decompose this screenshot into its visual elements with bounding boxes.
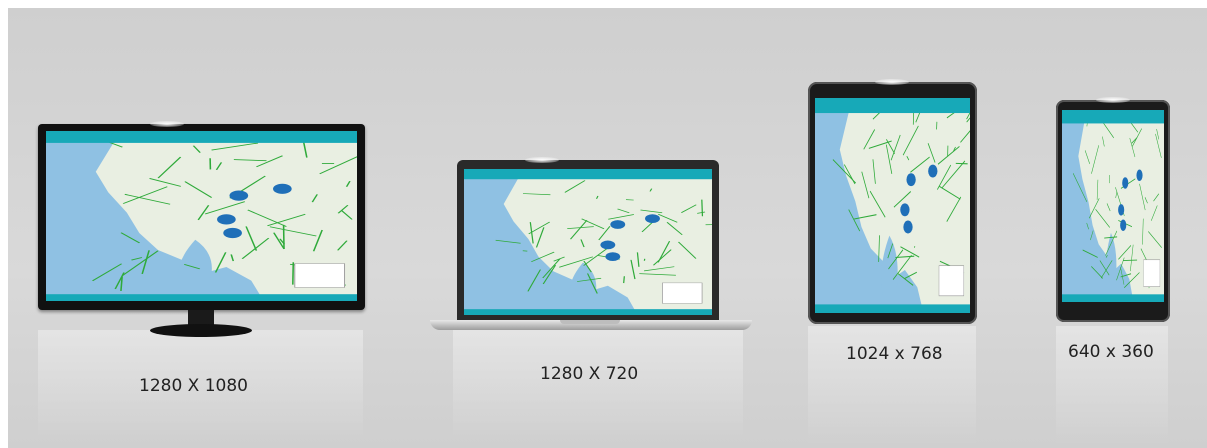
map-app-screenshot <box>464 169 712 315</box>
app-footer-bar <box>46 294 357 301</box>
app-footer-bar <box>464 309 712 315</box>
laptop-reflection <box>453 330 743 440</box>
tablet-resolution-label: 1024 x 768 <box>846 344 943 364</box>
monitor-device <box>38 121 365 341</box>
monitor-glint <box>150 121 184 127</box>
laptop-device <box>430 157 752 336</box>
devices-showcase: 1280 X 1080 1280 X 720 1024 x 768 640 x … <box>8 8 1207 448</box>
app-header-bar <box>815 98 970 114</box>
app-header-bar <box>1062 110 1164 124</box>
tablet-device <box>808 79 977 324</box>
map-marker <box>1122 177 1129 189</box>
app-footer-bar <box>1062 294 1164 302</box>
map-marker <box>645 214 660 224</box>
laptop-resolution-label: 1280 X 720 <box>540 364 639 384</box>
map-marker <box>903 220 913 234</box>
map-marker <box>600 240 616 250</box>
map-legend-box <box>294 263 346 288</box>
monitor-screen <box>46 131 357 301</box>
map-marker <box>605 252 621 261</box>
map-app-screenshot <box>1062 110 1164 302</box>
app-header-bar <box>464 169 712 180</box>
map-marker <box>273 183 292 194</box>
laptop-glint <box>525 157 559 163</box>
map-marker <box>906 173 916 187</box>
laptop-notch <box>560 320 620 324</box>
phone-glint <box>1096 97 1130 103</box>
map-marker <box>900 203 910 217</box>
map-marker <box>610 220 626 229</box>
map-marker <box>1118 204 1125 216</box>
monitor-stand-base <box>150 324 252 337</box>
app-header-bar <box>46 131 357 143</box>
laptop-screen <box>464 169 712 315</box>
map-marker <box>928 164 938 178</box>
phone-resolution-label: 640 x 360 <box>1068 342 1154 362</box>
map-app-screenshot <box>815 98 970 313</box>
road-line <box>701 199 704 217</box>
map-legend-box <box>1143 259 1161 287</box>
monitor-resolution-label: 1280 X 1080 <box>139 376 248 396</box>
map-legend-box <box>938 265 965 297</box>
tablet-glint <box>875 79 909 85</box>
map-marker <box>1136 169 1143 182</box>
road-line <box>623 276 625 284</box>
map-marker <box>217 214 236 225</box>
map-marker <box>1120 219 1127 231</box>
app-footer-bar <box>815 304 970 313</box>
map-app-screenshot <box>46 131 357 301</box>
phone-screen <box>1062 110 1164 302</box>
tablet-screen <box>815 98 970 313</box>
map-marker <box>229 190 249 201</box>
phone-device <box>1056 97 1170 322</box>
map-marker <box>223 227 242 239</box>
map-legend-box <box>662 282 703 304</box>
